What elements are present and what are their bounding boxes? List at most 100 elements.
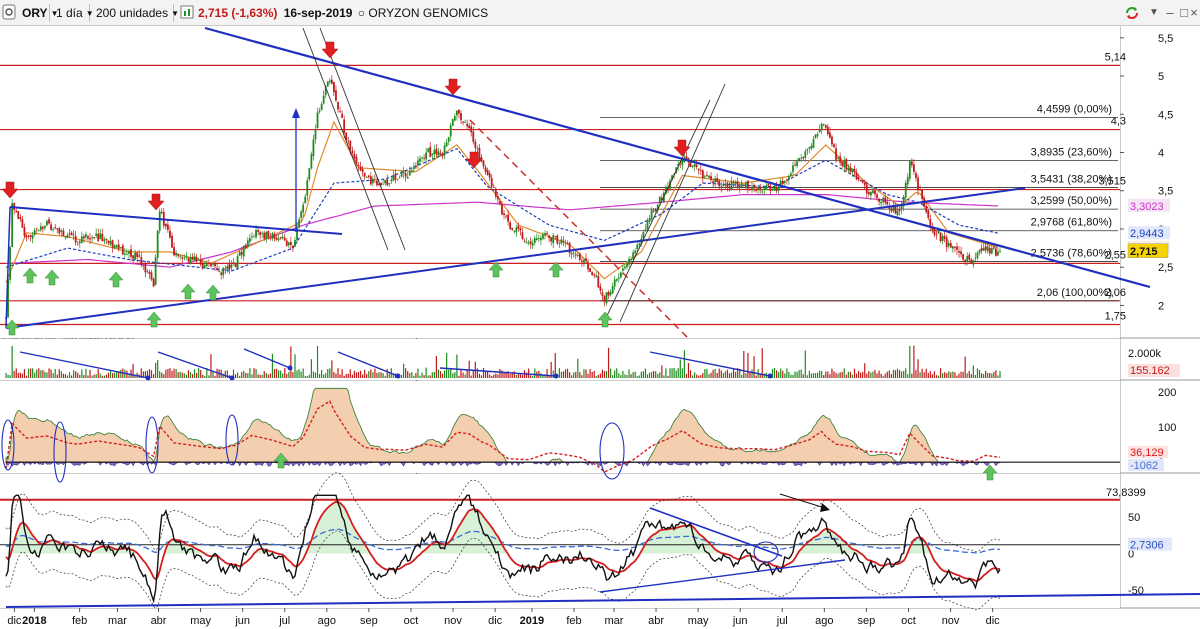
- candle-body: [85, 234, 87, 238]
- candle-body: [150, 272, 153, 280]
- candle-body: [863, 182, 866, 186]
- candle-body: [175, 253, 178, 256]
- candle-body: [513, 230, 516, 232]
- volume-bar: [960, 371, 962, 378]
- volume-bar: [847, 371, 849, 378]
- candle-body: [490, 177, 493, 187]
- volume-bar: [286, 373, 288, 378]
- volume-bar: [292, 372, 294, 378]
- candle-body: [304, 196, 307, 204]
- volume-bar: [89, 370, 91, 378]
- candle-body: [72, 234, 75, 236]
- candle-body: [478, 147, 481, 159]
- volume-bar: [997, 375, 999, 378]
- volume-bar: [743, 350, 745, 378]
- volume-bar: [685, 374, 688, 378]
- volume-bar: [157, 360, 159, 378]
- candle-body: [992, 247, 995, 249]
- volume-bar: [644, 368, 647, 378]
- volume-bar: [702, 373, 704, 378]
- candle-body: [927, 210, 930, 218]
- volume-bar: [913, 345, 915, 378]
- candle-body: [574, 254, 577, 256]
- volume-bar: [245, 373, 247, 378]
- candle-body: [396, 179, 399, 181]
- volume-bar: [284, 368, 286, 378]
- volume-bar: [903, 370, 905, 378]
- candle-body: [521, 232, 524, 239]
- volume-bar: [632, 372, 634, 378]
- candle-body: [484, 167, 487, 172]
- volume-bar: [302, 368, 304, 378]
- volume-bar: [214, 375, 216, 378]
- volume-bar: [993, 371, 995, 378]
- volume-bar: [558, 368, 560, 378]
- symbol-selector[interactable]: ORY ▼: [18, 4, 58, 22]
- candle-body: [261, 232, 264, 234]
- candle-body: [828, 132, 831, 138]
- volume-bar: [198, 368, 200, 378]
- close-icon[interactable]: ×: [1188, 5, 1200, 21]
- candle-body: [285, 240, 288, 246]
- volume-bar: [277, 370, 280, 378]
- time-tick-label: abr: [151, 615, 167, 627]
- dropdown-caret-icon[interactable]: ▼: [1146, 5, 1162, 21]
- candle-body: [906, 177, 909, 185]
- volume-bar: [933, 371, 936, 378]
- candle-body: [21, 219, 24, 228]
- candle-body: [724, 184, 727, 186]
- volume-bar: [128, 375, 130, 378]
- candle-body: [843, 160, 846, 168]
- volume-bar: [821, 371, 823, 378]
- candle-body: [876, 194, 878, 198]
- volume-bar: [806, 375, 808, 378]
- price-tick-label: 4,5: [1158, 109, 1173, 121]
- time-tick-label: dic: [7, 615, 22, 627]
- candle-body: [365, 177, 368, 179]
- candle-body: [242, 245, 245, 257]
- volume-bar: [109, 370, 112, 378]
- candle-body: [158, 211, 161, 231]
- volume-bar: [890, 374, 892, 378]
- chart-options-icon[interactable]: [180, 4, 196, 22]
- candle-body: [238, 252, 241, 256]
- volume-bar: [79, 374, 81, 378]
- volume-bar: [282, 373, 284, 378]
- volume-bar: [241, 372, 243, 378]
- volume-bar: [714, 368, 716, 378]
- candle-body: [630, 259, 632, 261]
- volume-bar: [333, 372, 335, 378]
- volume-bar: [601, 369, 603, 378]
- units-selector[interactable]: 200 unidades ▼: [92, 4, 179, 22]
- settings-icon[interactable]: [2, 4, 18, 22]
- interval-selector[interactable]: 1 día ▼: [52, 4, 94, 22]
- volume-bar: [780, 368, 782, 378]
- volume-bar: [845, 374, 847, 378]
- volume-bar: [616, 368, 618, 378]
- volume-bar: [321, 369, 323, 378]
- volume-bar: [38, 368, 40, 378]
- candle-body: [115, 245, 118, 248]
- candle-body: [435, 148, 438, 155]
- candle-body: [316, 112, 319, 129]
- volume-bar: [458, 375, 460, 378]
- candle-body: [529, 241, 532, 245]
- candle-body: [845, 159, 848, 170]
- candle-body: [968, 254, 971, 260]
- volume-bar: [776, 370, 778, 378]
- candle-body: [816, 134, 819, 136]
- volume-bar: [843, 368, 845, 378]
- candle-body: [867, 192, 870, 195]
- volume-bar: [681, 368, 683, 378]
- candle-body: [130, 249, 132, 257]
- candle-body: [253, 236, 255, 238]
- fib-label: 3,5431 (38,20%): [1031, 173, 1112, 185]
- candle-body: [757, 187, 760, 190]
- refresh-icon[interactable]: [1124, 5, 1140, 21]
- candle-body: [728, 186, 731, 189]
- time-tick-label: may: [688, 615, 709, 627]
- volume-bar: [249, 368, 251, 378]
- candle-body: [474, 141, 477, 149]
- volume-bar: [75, 371, 77, 378]
- candle-body: [203, 264, 206, 268]
